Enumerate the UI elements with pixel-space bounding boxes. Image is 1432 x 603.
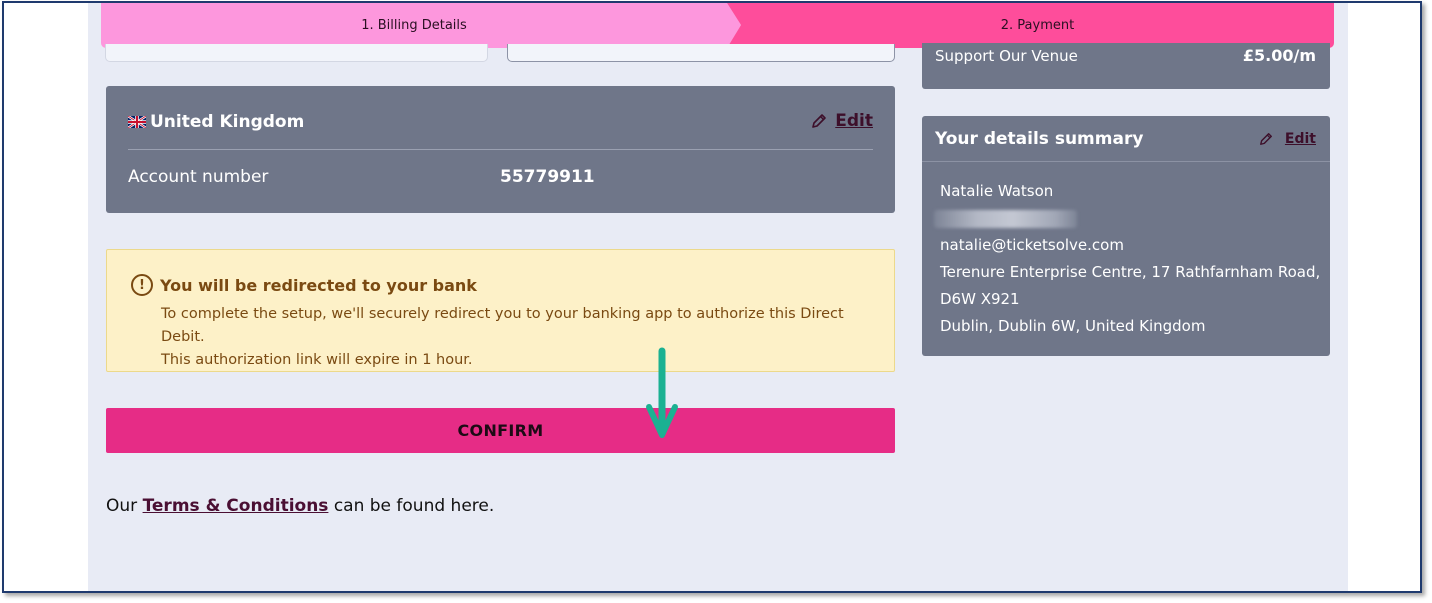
summary-divider	[922, 161, 1330, 162]
summary-details: Natalie Watson natalie@ticketsolve.com T…	[934, 178, 1321, 340]
redacted-phone	[934, 210, 1077, 228]
redirect-notice-body: To complete the setup, we'll securely re…	[161, 303, 881, 372]
bank-edit-label: Edit	[835, 111, 873, 131]
step-billing-details-label: 1. Billing Details	[361, 18, 467, 33]
bank-card-divider	[128, 149, 873, 150]
checkout-stepper: 1. Billing Details 2. Payment	[101, 3, 1334, 48]
bank-edit-link[interactable]: Edit	[811, 111, 873, 131]
summary-edit-label: Edit	[1284, 131, 1316, 147]
summary-address-line-1: Terenure Enterprise Centre, 17 Rathfarnh…	[940, 263, 1321, 281]
confirm-button[interactable]: CONFIRM	[106, 408, 895, 453]
redirect-notice: ! You will be redirected to your bank To…	[106, 249, 895, 372]
support-venue-card: Support Our Venue £5.00/m	[922, 43, 1330, 89]
support-venue-label: Support Our Venue	[935, 47, 1078, 65]
pencil-icon	[1259, 133, 1272, 145]
bank-account-card: United Kingdom Edit Account number 55779…	[106, 86, 895, 213]
terms-link[interactable]: Terms & Conditions	[143, 496, 329, 516]
terms-text: Our Terms & Conditions can be found here…	[106, 496, 494, 516]
terms-prefix: Our	[106, 496, 143, 516]
terms-suffix: can be found here.	[328, 496, 495, 516]
redirect-notice-line-1: To complete the setup, we'll securely re…	[161, 306, 844, 345]
details-summary-card: Your details summary Edit Natalie Watson…	[922, 116, 1330, 356]
summary-edit-link[interactable]: Edit	[1259, 131, 1316, 147]
exclamation-circle-icon: !	[131, 274, 153, 296]
billing-field-right[interactable]	[507, 44, 895, 62]
step-payment[interactable]: 2. Payment	[727, 3, 1334, 48]
account-number-label: Account number	[128, 167, 269, 187]
redirect-notice-heading: ! You will be redirected to your bank	[131, 274, 477, 296]
summary-name: Natalie Watson	[940, 182, 1054, 200]
account-number-value: 55779911	[500, 167, 595, 187]
summary-email: natalie@ticketsolve.com	[940, 236, 1124, 254]
step-payment-label: 2. Payment	[1000, 18, 1075, 33]
support-venue-amount: £5.00/m	[1242, 46, 1316, 65]
step-billing-details[interactable]: 1. Billing Details	[101, 3, 741, 48]
summary-address-line-3: Dublin, Dublin 6W, United Kingdom	[940, 317, 1206, 335]
screenshot-frame: 1. Billing Details 2. Payment United Kin…	[2, 1, 1422, 593]
uk-flag-icon	[128, 116, 146, 128]
billing-field-left[interactable]	[105, 44, 488, 62]
bank-country-name: United Kingdom	[150, 112, 305, 132]
redirect-notice-title: You will be redirected to your bank	[160, 275, 477, 295]
redirect-notice-line-2: This authorization link will expire in 1…	[161, 352, 473, 368]
summary-address-line-2: D6W X921	[940, 290, 1020, 308]
bank-country-heading: United Kingdom	[128, 112, 304, 132]
pencil-icon	[812, 114, 827, 128]
details-summary-title: Your details summary	[935, 129, 1144, 149]
arrow-down-icon	[646, 347, 678, 438]
